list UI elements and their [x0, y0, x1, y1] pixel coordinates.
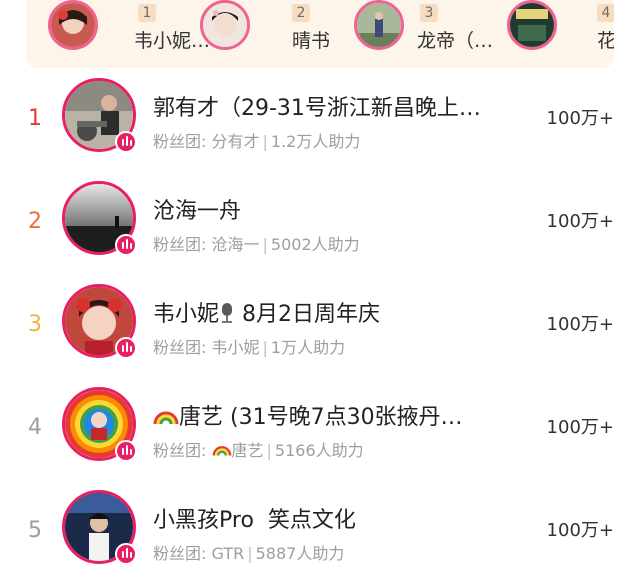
streamer-name: 唐艺 (31号晚7点30张掖丹… — [179, 405, 463, 430]
streamer-name: 晴书 — [292, 30, 331, 52]
live-equalizer-icon — [115, 440, 137, 462]
rank-number: 3 — [28, 312, 42, 337]
streamer-name: 花 — [597, 30, 614, 52]
divider: | — [262, 235, 268, 254]
microphone-emoji-icon — [219, 302, 235, 324]
fan-club-info: 粉丝团: 韦小妮 | 1万人助力 — [153, 334, 345, 358]
avatar — [48, 0, 98, 50]
support-count: 5166人助力 — [274, 441, 364, 460]
avatar[interactable] — [62, 78, 137, 153]
fan-club-info: 粉丝团: 唐艺 | 5166人助力 — [153, 437, 364, 461]
rank-number: 3 — [420, 4, 438, 22]
hot-value: 100万+ — [546, 520, 614, 541]
rank-number: 5 — [28, 518, 42, 543]
rank-number: 2 — [28, 209, 42, 234]
live-equalizer-icon — [115, 337, 137, 359]
live-equalizer-icon — [115, 234, 137, 256]
avatar[interactable] — [62, 387, 137, 462]
streamer-event: 8月2日周年庆 — [242, 302, 381, 327]
fan-club-name: 分有才 — [211, 132, 260, 151]
fan-club-name: 唐艺 — [231, 441, 264, 460]
fan-club-name: 沧海一 — [211, 235, 260, 254]
hot-value: 100万+ — [546, 211, 614, 232]
avatar — [354, 0, 404, 50]
streamer-name: 韦小妮 — [153, 302, 220, 327]
avatar[interactable] — [62, 284, 137, 359]
hot-value: 100万+ — [546, 314, 614, 335]
avatar[interactable] — [62, 181, 137, 256]
live-equalizer-icon — [115, 131, 137, 153]
fan-club-info: 粉丝团: 分有才 | 1.2万人助力 — [153, 128, 360, 152]
streamer-name: 韦小妮… — [134, 30, 211, 52]
support-count: 1万人助力 — [270, 338, 346, 357]
support-count: 1.2万人助力 — [270, 132, 361, 151]
fan-club-label: 粉丝团: — [153, 235, 207, 254]
avatar — [200, 0, 250, 50]
fan-club-info: 粉丝团: GTR | 5887人助力 — [153, 540, 344, 564]
fan-club-label: 粉丝团: — [153, 338, 207, 357]
rainbow-emoji-icon — [153, 411, 179, 425]
live-equalizer-icon — [115, 543, 137, 565]
divider: | — [262, 132, 268, 151]
list-item[interactable]: 2 沧海一舟 粉丝团: 沧海一 | 5002人助力 100万+ — [0, 171, 640, 273]
streamer-title: 小黑孩Pro 笑点文化 — [153, 508, 356, 533]
hot-value: 100万+ — [546, 417, 614, 438]
list-item[interactable]: 4 唐艺 (31号晚7点30张掖丹… 粉丝团: 唐艺 | 5166人助力 100万+ — [0, 377, 640, 479]
fan-club-name: GTR — [211, 544, 245, 563]
divider: | — [266, 441, 272, 460]
fan-club-name: 韦小妮 — [211, 338, 260, 357]
avatar[interactable] — [62, 490, 137, 565]
streamer-title: 韦小妮 8月2日周年庆 — [153, 296, 518, 328]
list-item[interactable]: 1 郭有才（29-31号浙江新昌晚上… 粉丝团: 分有才 | 1.2万人助力 100… — [0, 68, 640, 170]
rank-number: 1 — [138, 4, 156, 22]
rainbow-emoji-icon — [212, 446, 231, 456]
list-item[interactable]: 3 韦小妮 8月2日周年庆 粉丝团: 韦小妮 | 1万人助力 100万+ — [0, 274, 640, 376]
rank-number: 4 — [597, 4, 614, 22]
fan-club-label: 粉丝团: — [153, 441, 207, 460]
fan-club-label: 粉丝团: — [153, 132, 207, 151]
list-item[interactable]: 5 小黑孩Pro 笑点文化 粉丝团: GTR | 5887人助力 100万+ — [0, 480, 640, 582]
rank-number: 4 — [28, 415, 42, 440]
rank-number: 1 — [28, 106, 42, 131]
fan-club-info: 粉丝团: 沧海一 | 5002人助力 — [153, 231, 360, 255]
fan-club-label: 粉丝团: — [153, 544, 207, 563]
streamer-title: 沧海一舟 — [153, 199, 242, 224]
rank-number: 2 — [292, 4, 310, 22]
support-count: 5887人助力 — [255, 544, 345, 563]
hot-value: 100万+ — [546, 108, 614, 129]
top-ranking-strip: 1 韦小妮… 2 晴书 3 龙帝（… 4 花 — [26, 0, 614, 68]
avatar — [507, 0, 557, 50]
streamer-title: 唐艺 (31号晚7点30张掖丹… — [153, 399, 518, 431]
support-count: 5002人助力 — [270, 235, 360, 254]
streamer-title: 郭有才（29-31号浙江新昌晚上… — [153, 96, 481, 121]
streamer-name: 龙帝（… — [417, 30, 494, 52]
divider: | — [247, 544, 253, 563]
divider: | — [262, 338, 268, 357]
